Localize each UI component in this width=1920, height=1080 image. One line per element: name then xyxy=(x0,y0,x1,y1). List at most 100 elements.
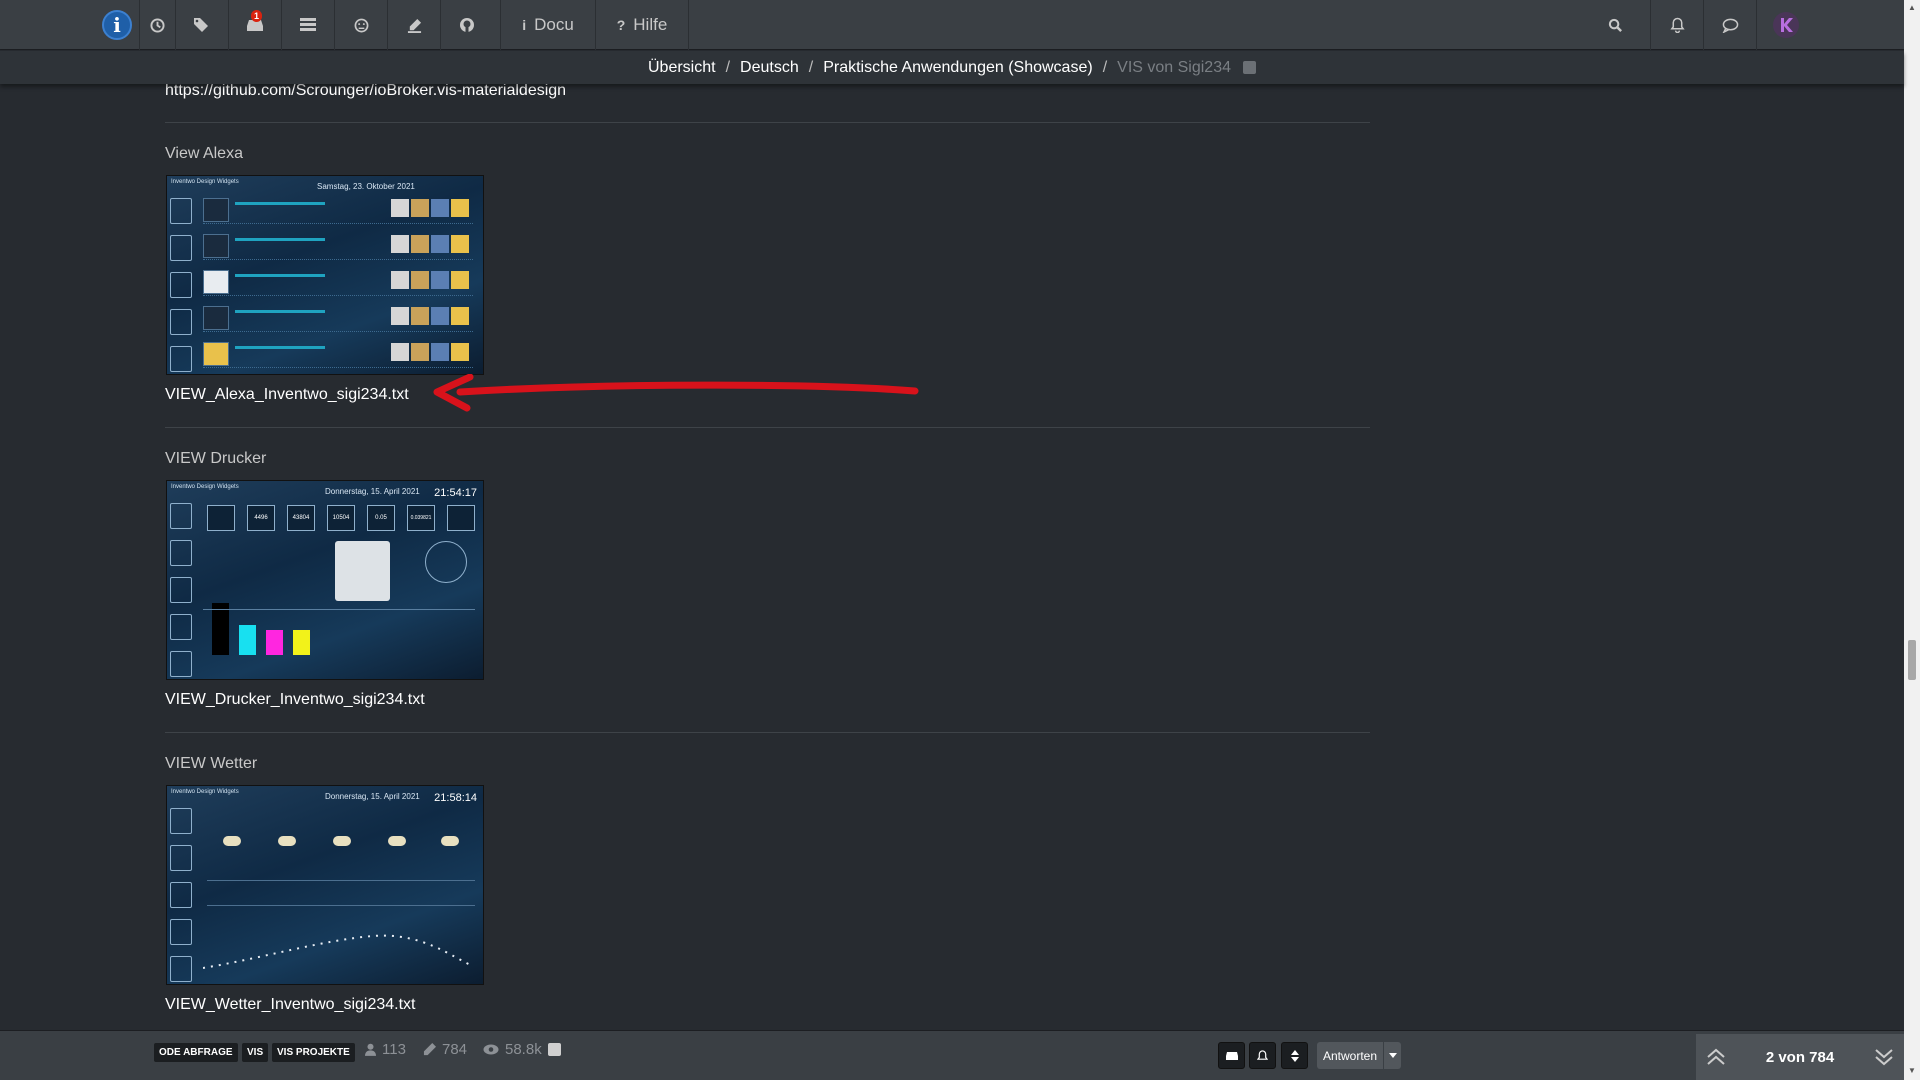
file-link-drucker[interactable]: VIEW_Drucker_Inventwo_sigi234.txt xyxy=(165,691,425,709)
thumb-header: Inventwo Design Widgets xyxy=(171,179,239,185)
scrollbar-thumb[interactable] xyxy=(1908,640,1916,680)
thumb-row xyxy=(203,340,473,368)
user-menu[interactable] xyxy=(1757,0,1815,50)
divider xyxy=(165,427,1370,428)
tag-vis[interactable]: VIS xyxy=(242,1043,269,1062)
bell-icon xyxy=(1257,1049,1268,1060)
thumb-header: Inventwo Design Widgets xyxy=(171,484,239,490)
info-icon: i xyxy=(522,17,527,33)
reply-dropdown-button[interactable] xyxy=(1384,1042,1401,1069)
breadcrumb: Übersicht / Deutsch / Praktische Anwendu… xyxy=(0,51,1904,84)
red-arrow-annotation xyxy=(433,374,919,412)
breadcrumb-showcase[interactable]: Praktische Anwendungen (Showcase) xyxy=(823,59,1093,77)
inbox-icon xyxy=(1225,1051,1238,1060)
github-link[interactable]: https://github.com/Scrounger/ioBroker.vi… xyxy=(165,82,566,100)
github-button[interactable] xyxy=(441,0,493,50)
watch-button[interactable] xyxy=(1249,1042,1276,1069)
file-link-wetter[interactable]: VIEW_Wetter_Inventwo_sigi234.txt xyxy=(165,996,416,1014)
forecast-day xyxy=(317,804,369,870)
thumb-value: 4496 xyxy=(247,505,275,531)
posters-stat: 113 xyxy=(365,1041,406,1058)
thumb-value: 0.039821 xyxy=(407,505,435,531)
caret-down-icon xyxy=(1388,1053,1397,1058)
double-chevron-up-icon[interactable] xyxy=(1706,1048,1726,1066)
file-link-alexa[interactable]: VIEW_Alexa_Inventwo_sigi234.txt xyxy=(165,386,409,404)
tag-vis-projekte[interactable]: VIS PROJEKTE xyxy=(272,1043,355,1062)
bottom-toolbar: ODE ABFRAGE VIS VIS PROJEKTE 113 784 58.… xyxy=(0,1030,1904,1080)
search-icon xyxy=(1608,18,1622,32)
thumb-row xyxy=(203,196,473,224)
scroll-down-icon[interactable]: ▼ xyxy=(1908,1066,1916,1075)
question-icon: ? xyxy=(616,17,626,33)
mark-unread-button[interactable] xyxy=(1218,1042,1245,1069)
thumb-value: 10504 xyxy=(327,505,355,531)
sort-button[interactable] xyxy=(1281,1042,1308,1069)
thumb-date: Donnerstag, 15. April 2021 xyxy=(325,487,420,496)
tags-button[interactable] xyxy=(176,0,228,50)
thumb-tile xyxy=(447,505,475,531)
logo-icon: i xyxy=(102,10,132,40)
chats-button[interactable] xyxy=(1704,0,1756,50)
thumbnail-wetter[interactable]: Inventwo Design Widgets Donnerstag, 15. … xyxy=(166,785,484,985)
posts-stat: 784 xyxy=(423,1041,467,1058)
thumb-time: 21:58:14 xyxy=(434,792,477,804)
categories-button[interactable] xyxy=(282,0,334,50)
tag-ode-abfrage[interactable]: ODE ABFRAGE xyxy=(154,1043,238,1062)
rss-icon[interactable] xyxy=(1243,61,1256,74)
forecast-day xyxy=(372,804,424,870)
sort-icon xyxy=(1290,1049,1299,1062)
reply-button[interactable]: Antworten xyxy=(1317,1042,1383,1069)
weather-icons-row xyxy=(207,880,475,906)
pager-count[interactable]: 2 von 784 xyxy=(1766,1049,1834,1066)
forecast-day xyxy=(425,804,477,870)
avatar-k-icon xyxy=(1781,18,1793,32)
unread-badge: 1 xyxy=(251,10,263,22)
scroll-up-icon[interactable]: ▲ xyxy=(1908,3,1916,12)
tools-button[interactable] xyxy=(388,0,440,50)
user-icon xyxy=(365,1043,376,1056)
breadcrumb-overview[interactable]: Übersicht xyxy=(648,59,716,77)
docu-link[interactable]: i Docu xyxy=(501,0,595,50)
face-icon xyxy=(354,18,368,32)
posters-count: 113 xyxy=(382,1041,406,1058)
views-stat: 58.8k xyxy=(483,1041,561,1058)
breadcrumb-current-topic: VIS von Sigi234 xyxy=(1117,58,1231,76)
breadcrumb-separator: / xyxy=(808,58,814,76)
double-chevron-down-icon[interactable] xyxy=(1874,1048,1894,1066)
breadcrumb-deutsch[interactable]: Deutsch xyxy=(740,59,799,77)
thumb-tile xyxy=(207,505,235,531)
help-label: Hilfe xyxy=(633,15,668,34)
clock-icon xyxy=(150,17,165,33)
post-pager: 2 von 784 xyxy=(1696,1034,1904,1080)
thumb-sidebar xyxy=(170,198,196,374)
popular-button[interactable] xyxy=(335,0,387,50)
printer-image xyxy=(335,541,390,601)
thumb-header: Inventwo Design Widgets xyxy=(171,789,239,795)
thumb-sidebar xyxy=(170,808,196,984)
pencil-icon xyxy=(423,1043,436,1056)
search-button[interactable] xyxy=(1590,0,1640,50)
logo[interactable]: i xyxy=(100,0,134,50)
thumbnail-alexa[interactable]: Inventwo Design Widgets Samstag, 23. Okt… xyxy=(166,175,484,375)
temperature-chart xyxy=(203,934,474,969)
thumb-chart xyxy=(203,609,475,675)
recent-button[interactable] xyxy=(140,0,175,50)
bell-icon xyxy=(1669,17,1685,33)
unread-button[interactable]: 1 xyxy=(229,0,281,50)
section-title-wetter: VIEW Wetter xyxy=(165,755,258,772)
divider xyxy=(165,122,1370,123)
notifications-button[interactable] xyxy=(1651,0,1703,50)
help-link[interactable]: ? Hilfe xyxy=(596,0,688,50)
thumb-row xyxy=(203,268,473,296)
eye-icon xyxy=(483,1044,499,1055)
page-scrollbar[interactable]: ▲ ▼ xyxy=(1904,0,1920,1080)
views-count: 58.8k xyxy=(505,1041,542,1058)
divider xyxy=(165,732,1370,733)
gauge xyxy=(425,541,467,583)
posts-count: 784 xyxy=(442,1041,468,1058)
avatar xyxy=(1773,12,1799,38)
thumb-date: Donnerstag, 15. April 2021 xyxy=(325,792,420,801)
breadcrumb-separator: / xyxy=(725,58,731,76)
thumbnail-drucker[interactable]: Inventwo Design Widgets Donnerstag, 15. … xyxy=(166,480,484,680)
rss-icon[interactable] xyxy=(547,1043,561,1056)
